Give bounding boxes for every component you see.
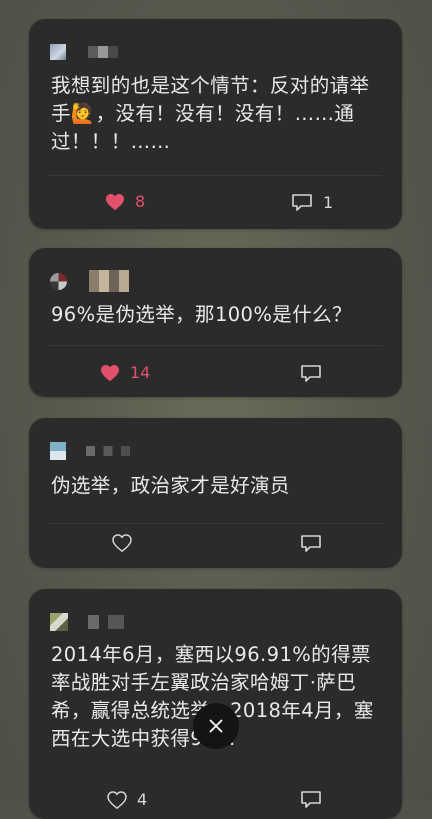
avatar[interactable] (50, 442, 66, 460)
avatar[interactable] (50, 44, 66, 60)
comment-icon (301, 365, 321, 382)
comment-card[interactable]: 我想到的也是这个情节：反对的请举手🙋，没有！没有！没有！……通过！！！…… 8 … (29, 19, 402, 229)
reply-button[interactable]: 1 (291, 193, 333, 212)
comment-author[interactable] (50, 613, 124, 631)
like-button[interactable]: 14 (100, 363, 150, 382)
username[interactable] (86, 446, 130, 456)
comment-author[interactable] (50, 270, 129, 292)
like-count: 14 (130, 363, 151, 382)
comment-author[interactable] (50, 442, 130, 460)
reply-count: 1 (323, 193, 334, 212)
username[interactable] (88, 46, 118, 58)
comment-icon (301, 535, 321, 552)
comment-icon (292, 194, 312, 211)
heart-icon (112, 534, 132, 552)
like-count: 8 (135, 192, 146, 211)
reply-button[interactable] (300, 534, 332, 553)
username[interactable] (88, 615, 124, 629)
avatar[interactable] (50, 613, 68, 631)
divider (49, 345, 382, 346)
avatar[interactable] (50, 272, 67, 290)
comment-card[interactable]: 96%是伪选举，那100%是什么？ 14 (29, 248, 402, 397)
comment-text: 96%是伪选举，那100%是什么？ (51, 303, 352, 326)
username[interactable] (89, 270, 129, 292)
comment-text: 我想到的也是这个情节：反对的请举手🙋，没有！没有！没有！……通过！！！…… (51, 74, 370, 153)
divider (49, 175, 382, 176)
like-button[interactable] (112, 534, 142, 552)
divider (49, 523, 382, 524)
reply-button[interactable] (300, 364, 332, 383)
comment-text: 伪选举，政治家才是好演员 (51, 474, 290, 497)
comment-card[interactable]: 伪选举，政治家才是好演员 (29, 418, 402, 568)
heart-icon (101, 364, 119, 381)
close-icon (209, 719, 223, 733)
heart-icon (106, 193, 124, 210)
comment-author[interactable] (50, 43, 118, 61)
like-button[interactable]: 8 (105, 192, 145, 211)
close-button[interactable] (193, 703, 239, 749)
